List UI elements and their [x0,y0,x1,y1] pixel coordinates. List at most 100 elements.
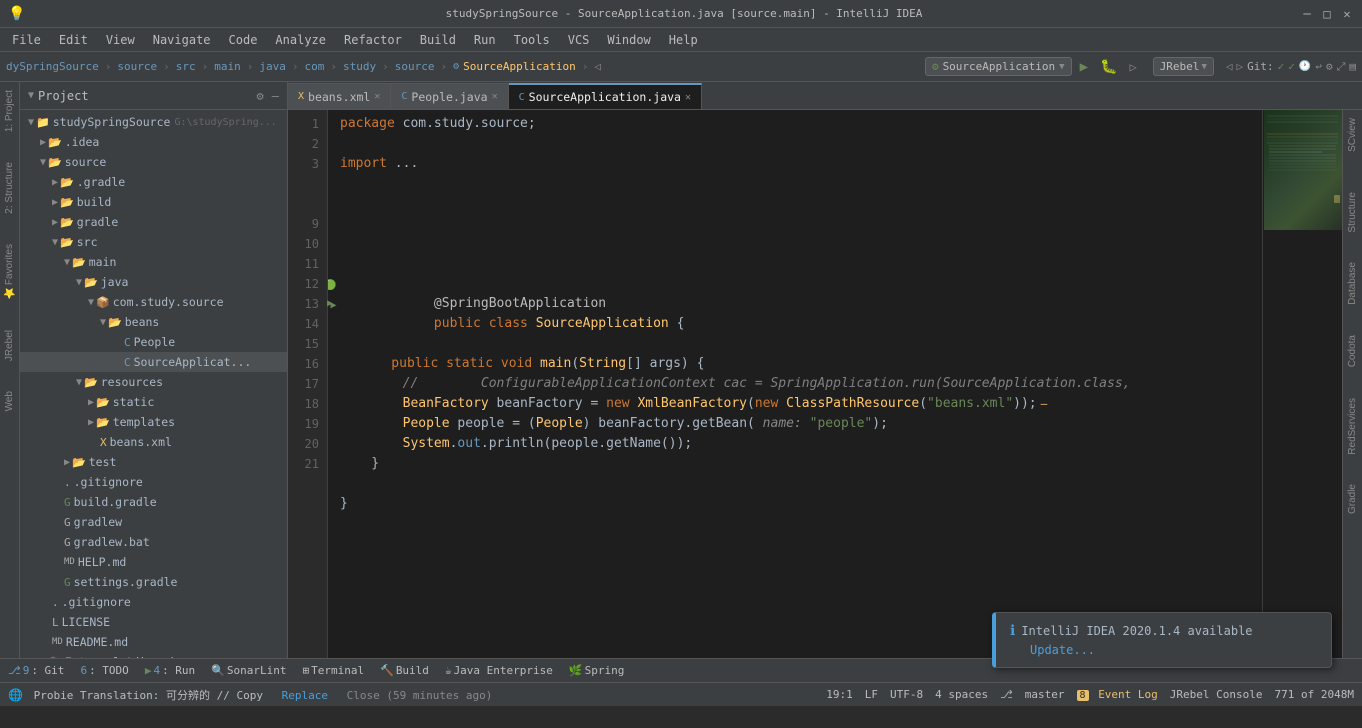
nav-fwd[interactable]: ▷ [1236,60,1243,73]
tree-build[interactable]: ▶ 📂 build [20,192,287,212]
nav-back[interactable]: ◁ [1226,60,1233,73]
vcs-history[interactable]: 🕐 [1299,61,1311,72]
breadcrumb-java[interactable]: java [259,60,286,73]
menu-navigate[interactable]: Navigate [145,31,219,49]
right-gradle[interactable]: Gradle [1347,484,1358,514]
tree-beans-xml[interactable]: X beans.xml [20,432,287,452]
breadcrumb-source2[interactable]: source [395,60,435,73]
tree-source[interactable]: ▼ 📂 source [20,152,287,172]
tree-java[interactable]: ▼ 📂 java [20,272,287,292]
menu-window[interactable]: Window [599,31,658,49]
menu-edit[interactable]: Edit [51,31,96,49]
right-scview[interactable]: SCview [1347,118,1358,152]
notification-link[interactable]: Update... [1030,643,1095,657]
tree-readme[interactable]: MD README.md [20,632,287,652]
sidebar-favorites-icon[interactable]: ⭐ Favorites [4,244,15,300]
close-button[interactable]: ✕ [1340,7,1354,21]
jrebel-dropdown[interactable]: ▼ [1201,62,1206,72]
tool-sonar[interactable]: 🔍 SonarLint [207,662,290,679]
tab-people-java[interactable]: C People.java ✕ [391,83,508,109]
tool-java-enterprise[interactable]: ☕ Java Enterprise [441,662,557,679]
run-with-coverage[interactable]: ▷ [1125,58,1140,76]
settings-icon[interactable]: ⚙ [1326,60,1333,73]
project-collapse[interactable]: – [272,89,279,103]
menu-file[interactable]: File [4,31,49,49]
breadcrumb-main[interactable]: main [214,60,241,73]
tree-license[interactable]: L LICENSE [20,612,287,632]
tool-run[interactable]: ▶ 4 : Run [141,662,199,679]
line-ending[interactable]: LF [865,688,878,701]
sidebar-project-icon[interactable]: 1: Project [4,90,15,132]
indent[interactable]: 4 spaces [935,688,988,701]
tree-static[interactable]: ▶ 📂 static [20,392,287,412]
debug-button[interactable]: 🐛 [1096,57,1121,77]
tool-spring[interactable]: 🌿 Spring [565,662,628,679]
close-btn[interactable]: Close (59 minutes ago) [347,689,493,702]
tree-people[interactable]: C People [20,332,287,352]
breadcrumb-back[interactable]: ◁ [594,60,601,73]
jrebel-console[interactable]: JRebel Console [1170,688,1263,701]
tree-gradle[interactable]: ▶ 📂 gradle [20,212,287,232]
breadcrumb-src[interactable]: src [176,60,196,73]
breadcrumb-com[interactable]: com [304,60,324,73]
menu-tools[interactable]: Tools [506,31,558,49]
tree-beans-folder[interactable]: ▼ 📂 beans [20,312,287,332]
tree-src[interactable]: ▼ 📂 src [20,232,287,252]
menu-run[interactable]: Run [466,31,504,49]
tree-resources[interactable]: ▼ 📂 resources [20,372,287,392]
tree-build-gradle[interactable]: G build.gradle [20,492,287,512]
vcs-check[interactable]: ✓ [1278,60,1285,73]
tree-idea[interactable]: ▶ 📂 .idea [20,132,287,152]
tree-main[interactable]: ▼ 📂 main [20,252,287,272]
menu-analyze[interactable]: Analyze [267,31,334,49]
sidebar-jrebel-icon[interactable]: JRebel [4,330,15,361]
right-database[interactable]: Database [1347,262,1358,305]
tree-gradlew[interactable]: G gradlew [20,512,287,532]
tree-gitignore-source[interactable]: . .gitignore [20,472,287,492]
menu-vcs[interactable]: VCS [560,31,598,49]
tool-terminal[interactable]: ⊞ Terminal [299,662,369,679]
minimize-button[interactable]: ─ [1300,7,1314,21]
memory-usage[interactable]: 771 of 2048M [1275,688,1354,701]
tree-help-md[interactable]: MD HELP.md [20,552,287,572]
cursor-position[interactable]: 19:1 [826,688,853,701]
encoding[interactable]: UTF-8 [890,688,923,701]
tree-gradlew-bat[interactable]: G gradlew.bat [20,532,287,552]
tab-people-java-close[interactable]: ✕ [492,91,498,102]
tree-package[interactable]: ▼ 📦 com.study.source [20,292,287,312]
tool-build[interactable]: 🔨 Build [376,662,433,679]
tree-test[interactable]: ▶ 📂 test [20,452,287,472]
breadcrumb-class[interactable]: SourceApplication [463,60,576,73]
maximize-button[interactable]: □ [1320,7,1334,21]
tab-beans-xml[interactable]: X beans.xml ✕ [288,83,391,109]
menu-code[interactable]: Code [221,31,266,49]
breadcrumb-source[interactable]: source [117,60,157,73]
menu-refactor[interactable]: Refactor [336,31,410,49]
git-branch[interactable]: master [1025,688,1065,701]
event-log[interactable]: 8 Event Log [1077,688,1158,701]
tree-templates[interactable]: ▶ 📂 templates [20,412,287,432]
tree-gradle-dir[interactable]: ▶ 📂 .gradle [20,172,287,192]
tree-ext-libs[interactable]: ▶ 📚 External Libraries [20,652,287,658]
run-config-label[interactable]: SourceApplication [943,60,1056,73]
tree-settings-gradle[interactable]: G settings.gradle [20,572,287,592]
layout-icon[interactable]: ▤ [1349,60,1356,73]
code-content[interactable]: package com.study.source; import ... [328,110,1262,658]
breadcrumb-root[interactable]: dySpringSource [6,60,99,73]
fullscreen-icon[interactable]: ⤢ [1337,60,1346,74]
right-structure[interactable]: Structure [1347,192,1358,233]
jrebel-label[interactable]: JRebel [1160,60,1200,73]
project-dropdown-icon[interactable]: ▼ [28,90,34,101]
right-codota[interactable]: Codota [1347,335,1358,367]
tree-source-app[interactable]: C SourceApplicat... [20,352,287,372]
tab-beans-xml-close[interactable]: ✕ [374,91,380,102]
tool-git[interactable]: ⎇ 9 : Git [4,662,68,679]
tool-todo[interactable]: 6 : TODO [76,662,132,679]
tab-source-app-close[interactable]: ✕ [685,92,691,103]
menu-build[interactable]: Build [412,31,464,49]
tree-root[interactable]: ▼ 📁 studySpringSource G:\studySpring... [20,112,287,132]
replace-btn[interactable]: Replace [282,689,328,702]
code-editor[interactable]: 1 2 3 9 10 11 12 13 ▶ 14 15 16 17 18 19 … [288,110,1362,658]
breadcrumb-study[interactable]: study [343,60,376,73]
vcs-check2[interactable]: ✓ [1288,60,1295,73]
